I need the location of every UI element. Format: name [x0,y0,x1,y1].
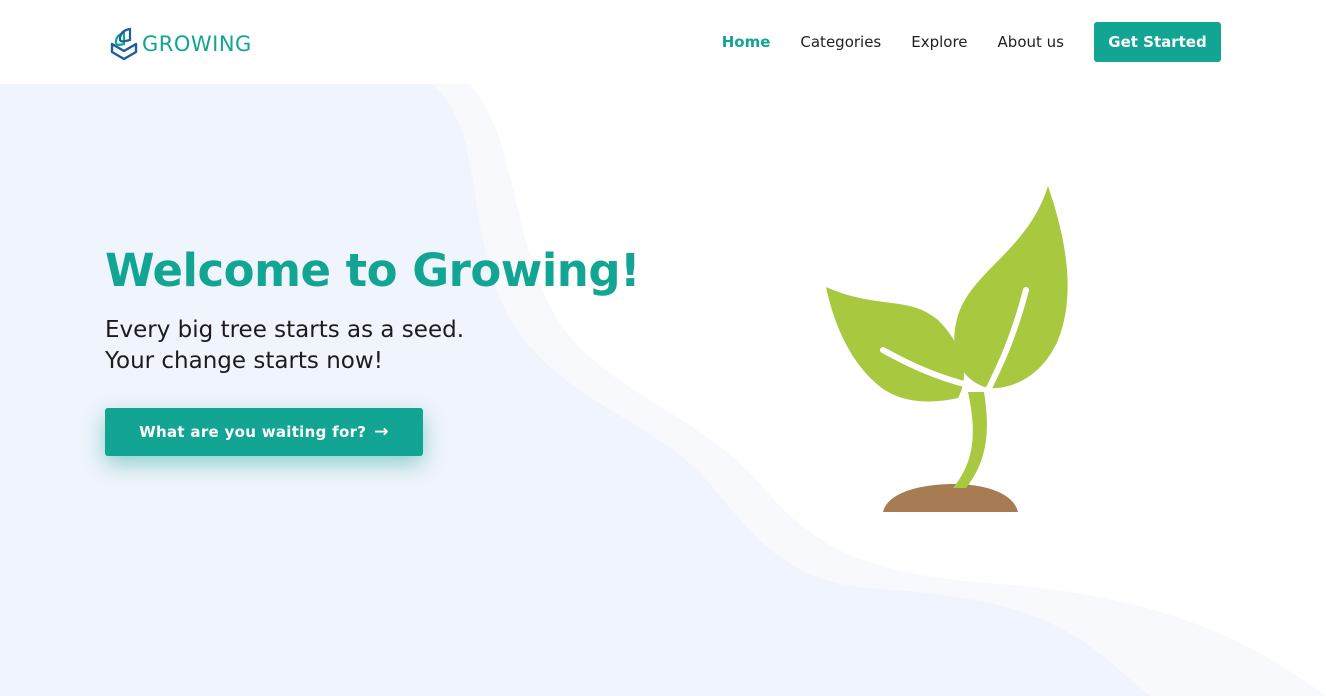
waiting-cta-button[interactable]: What are you waiting for? → [105,408,423,456]
site-header: GROWING Home Categories Explore About us… [0,0,1326,84]
brand-logo[interactable]: GROWING [110,24,252,64]
sprout-icon [826,186,1068,512]
hero-title: Welcome to Growing! [105,244,641,297]
hero-subtitle-line-1: Every big tree starts as a seed. [105,317,465,343]
hero-section: Welcome to Growing! Every big tree start… [105,244,641,456]
get-started-button[interactable]: Get Started [1094,22,1221,62]
brand-name: GROWING [142,32,252,56]
hero-subtitle-line-2: Your change starts now! [105,348,383,374]
arrow-right-icon: → [374,422,389,442]
nav-explore[interactable]: Explore [911,33,967,51]
main-nav: Home Categories Explore About us Get Sta… [722,22,1221,62]
book-stack-icon [110,27,138,61]
landing-page: GROWING Home Categories Explore About us… [0,0,1326,696]
nav-home[interactable]: Home [722,33,771,51]
hero-subtitle: Every big tree starts as a seed. Your ch… [105,315,640,377]
nav-about-us[interactable]: About us [998,33,1064,51]
waiting-cta-label: What are you waiting for? [139,423,367,441]
nav-categories[interactable]: Categories [800,33,881,51]
